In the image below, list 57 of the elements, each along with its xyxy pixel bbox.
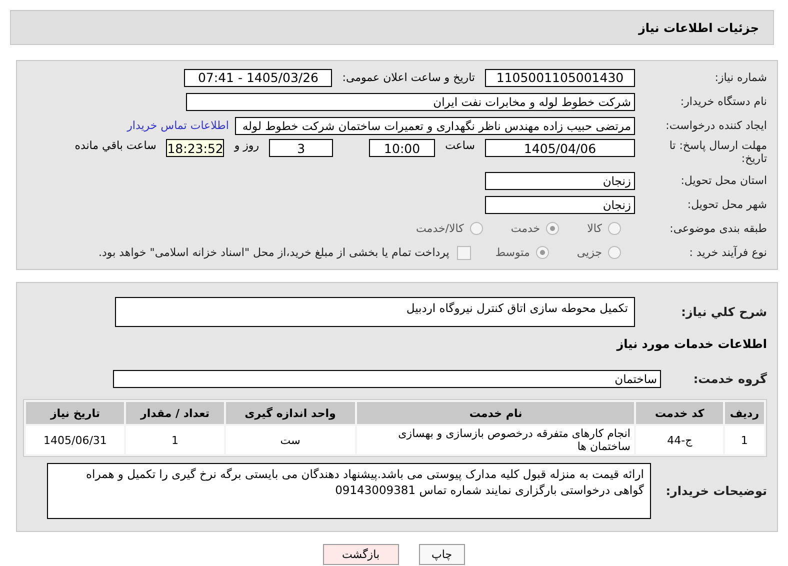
field-label: تاریخ و ساعت اعلان عمومی:: [342, 71, 475, 84]
field-label: طبقه بندی موضوعی:: [668, 222, 767, 235]
column-header: واحد اندازه گیری: [226, 402, 356, 424]
radio-label: خدمت: [510, 222, 540, 235]
days-field: 3: [269, 139, 334, 157]
radio-button[interactable]: [608, 222, 621, 235]
service-group-field: ساختمان: [113, 370, 661, 388]
table-cell: 1405/06/31: [26, 426, 124, 454]
column-header: نام خدمت: [357, 402, 634, 424]
table-cell: ست: [226, 426, 356, 454]
table-cell: انجام کارهای متفرقه درخصوص بازسازی و بهسازی ساختمان ها: [357, 426, 634, 454]
radio-label: کالا: [587, 222, 602, 235]
radio-label: کالا/خدمت: [416, 222, 464, 235]
need-number-field: 1105001105001430: [485, 68, 635, 86]
field-label: شرح کلي نیاز:: [680, 305, 767, 319]
description-field: تکمیل محوطه سازی اتاق کنترل نیروگاه اردبیل: [115, 297, 635, 327]
column-header: تاریخ نیاز: [26, 402, 124, 424]
table-cell: 1: [126, 426, 224, 454]
field-label: توضیحات خریدار:: [664, 484, 767, 498]
back-button[interactable]: بازگشت: [322, 544, 399, 565]
radio-button[interactable]: [536, 246, 549, 259]
section-heading: اطلاعات خدمات مورد نیاز: [616, 336, 767, 350]
column-header: کد خدمت: [636, 402, 723, 424]
radio-button[interactable]: [470, 222, 483, 235]
field-label: نام دستگاه خریدار:: [679, 95, 767, 108]
checkbox[interactable]: [457, 246, 472, 260]
buyer-org-field: شرکت خطوط لوله و مخابرات نفت ایران: [186, 92, 635, 110]
radio-label: جزیی: [576, 246, 602, 259]
city-field: زنجان: [485, 196, 635, 214]
table-cell: 1: [724, 426, 764, 454]
remaining-time-field: 18:23:52: [166, 139, 224, 157]
field-label: گروه خدمت:: [692, 372, 767, 386]
province-field: زنجان: [485, 172, 635, 190]
print-button[interactable]: چاپ: [418, 544, 466, 565]
field-label: ساعت باقي مانده: [74, 139, 156, 152]
radio-button[interactable]: [546, 222, 560, 235]
field-label: استان محل تحویل:: [680, 174, 767, 187]
radio-label: متوسط: [495, 246, 530, 259]
column-header: تعداد / مقدار: [126, 402, 224, 424]
announce-date-field: 1405/03/26 - 07:41: [184, 68, 332, 86]
field-label: ایجاد کننده درخواست:: [664, 119, 767, 132]
field-label: مهلت ارسال پاسخ: تا تاریخ:: [668, 139, 767, 165]
field-label: ساعت: [445, 139, 475, 152]
field-label: شهر محل تحویل:: [686, 198, 767, 211]
field-label: شماره نیاز:: [714, 71, 767, 84]
deadline-date-field: 1405/04/06: [485, 139, 635, 157]
field-label: روز و: [234, 139, 260, 152]
deadline-time-field: 10:00: [369, 139, 436, 157]
column-header: ردیف: [724, 402, 764, 424]
radio-button[interactable]: [608, 246, 621, 259]
page-title: جزئیات اطلاعات نیاز: [638, 20, 759, 34]
field-label: نوع فرآیند خرید :: [688, 246, 767, 259]
buyer-contact-link[interactable]: اطلاعات تماس خریدار: [127, 119, 229, 132]
creator-field: مرتضی حبیب زاده مهندس ناظر نگهداری و تعمیرات ساختمان شرکت خطوط لوله: [235, 116, 635, 134]
treasury-note: پرداخت تمام یا بخشی از مبلغ خرید،از محل "اسناد خزانه اسلامی" خواهد بود.: [98, 246, 450, 259]
table-cell: ج-44: [636, 426, 723, 454]
buyer-notes-field: ارائه قیمت به منزله قبول کلیه مدارک پیوستی می باشد.پیشنهاد دهندگان می بایستی برگه نرخ گیری را تکمیل و همراه گواهی درخواستی بارگزاری نمایند شماره تماس 09143009381: [47, 463, 651, 519]
